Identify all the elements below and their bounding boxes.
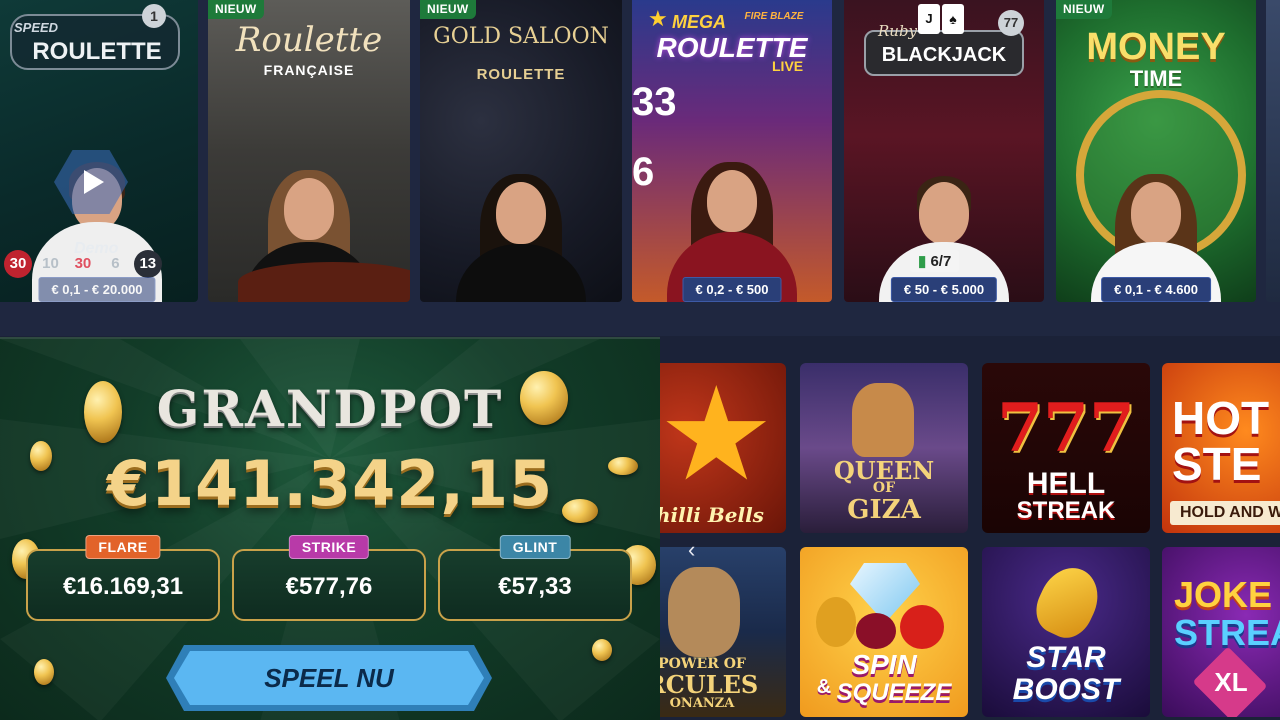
card-icon: ♠ [942, 4, 964, 34]
jackpot-tier-label: FLARE [85, 535, 161, 559]
slot-title-3: XL [1214, 667, 1248, 697]
game-title: Roulette [235, 20, 383, 60]
slot-game-star-boost[interactable]: STAR BOOST [982, 547, 1150, 717]
game-title: BLACKJACK [881, 44, 1007, 66]
slot-title-1: JOKE [1174, 574, 1273, 615]
recent-number: 10 [42, 255, 59, 272]
star-icon: ★ [648, 6, 668, 31]
jackpot-flare: FLARE €16.169,31 [26, 535, 220, 621]
recent-number: 13 [133, 250, 162, 278]
slot-games-grid: ★ Chilli Bells QUEEN OF GIZA 777 HELL ST… [660, 337, 1280, 720]
grandpot-panel: GRANDPOT €141.342,15 FLARE €16.169,31 ST… [0, 337, 660, 720]
live-game-ruby-blackjack[interactable]: J ♠ Ruby BLACKJACK 77 ▮ 6/7 € 50 - € 5.0… [844, 0, 1044, 302]
seats-label: 6/7 [930, 253, 952, 270]
slot-title-2: STE [1172, 438, 1262, 490]
slot-game-queen-of-giza[interactable]: QUEEN OF GIZA [800, 363, 968, 533]
slot-title-2: BOOST [1012, 673, 1120, 706]
bet-range: € 50 - € 5.000 [890, 277, 998, 302]
slot-title-3: SQUEEZE [836, 679, 952, 706]
slot-title-2: STREAK [1016, 497, 1116, 524]
slot-title-2: STREA [1174, 612, 1280, 653]
player-count-badge: 1 [142, 4, 166, 28]
new-badge: NIEUW [1056, 0, 1112, 19]
live-game-money-time[interactable]: NIEUW MONEY TIME € 0,1 - € 4.600 [1056, 0, 1256, 302]
bet-range: € 0,1 - € 20.000 [38, 277, 156, 302]
recent-number: 30 [74, 255, 92, 272]
player-count-badge: 77 [998, 10, 1024, 36]
recent-number: 6 [111, 255, 120, 272]
jackpot-tier-label: STRIKE [288, 535, 370, 559]
slot-title-2: RCULES [660, 670, 759, 699]
jackpot-glint: GLINT €57,33 [438, 535, 632, 621]
game-subtitle: TIME [1129, 66, 1183, 91]
slot-title-1: POWER OF [660, 656, 746, 672]
grandpot-amount: €141.342,15 [106, 447, 554, 520]
slot-title-1: HOT [1172, 392, 1270, 444]
game-subtitle: ROULETTE [476, 66, 566, 83]
slot-game-hell-streak[interactable]: 777 HELL STREAK [982, 363, 1150, 533]
recent-number: 30 [4, 250, 32, 278]
game-title-top-2: FIRE BLAZE [744, 11, 804, 22]
carousel-prev-arrow[interactable]: ‹ [688, 537, 695, 563]
live-game-roulette-francaise[interactable]: NIEUW Roulette FRANÇAISE [208, 0, 410, 302]
live-casino-strip: SPEED ROULETTE 1 Demo 30 10 30 6 13 € 0,… [0, 0, 1280, 336]
play-icon [84, 170, 104, 194]
play-now-button[interactable]: SPEEL NU [166, 645, 492, 711]
slot-game-chilli-bells[interactable]: ★ Chilli Bells [660, 363, 786, 533]
slot-title-1: SPIN [851, 649, 917, 680]
game-title: ROULETTE [32, 38, 162, 65]
game-title-top: MEGA [672, 12, 726, 32]
slot-title-2: OF [872, 480, 896, 496]
live-game-mega-fire-blaze-roulette[interactable]: 33 6 ★ MEGA FIRE BLAZE ROULETTE LIVE € 0… [632, 0, 832, 302]
jackpot-tier-value: €577,76 [285, 573, 373, 600]
bet-range: € 0,1 - € 4.600 [1101, 277, 1211, 302]
star-icon: ★ [660, 363, 775, 507]
side-number: 6 [632, 150, 655, 194]
coin-decoration [34, 659, 54, 685]
slot-game-joker-stream-xl[interactable]: JOKE STREA XL [1162, 547, 1280, 717]
jackpot-tier-label: GLINT [499, 535, 571, 559]
play-now-label: SPEEL NU [264, 662, 394, 693]
game-title-top: Ruby [878, 22, 918, 40]
slot-title-3: GIZA [847, 495, 921, 525]
game-title: MONEY [1086, 26, 1226, 68]
game-subtitle: LIVE [772, 58, 804, 74]
coin-decoration [592, 639, 612, 661]
new-badge: NIEUW [208, 0, 264, 19]
seat-icon: ▮ [918, 253, 927, 270]
jackpot-tier-value: €57,33 [498, 573, 572, 600]
slot-title-3: HOLD AND W [1180, 504, 1280, 521]
grandpot-logo: GRANDPOT [156, 379, 504, 438]
game-title: GOLD SALOON [433, 24, 609, 49]
game-subtitle: FRANÇAISE [263, 62, 355, 78]
slot-game-spin-and-squeeze[interactable]: SPIN & SQUEEZE [800, 547, 968, 717]
recent-numbers: 30 10 30 6 13 [4, 250, 162, 278]
slot-title-3: ONANZA [669, 696, 735, 711]
slot-title-1: STAR [1026, 641, 1106, 674]
live-game-speed-roulette[interactable]: SPEED ROULETTE 1 Demo 30 10 30 6 13 € 0,… [0, 0, 198, 302]
live-game-partial[interactable] [1266, 0, 1280, 302]
slot-game-power-of-hercules[interactable]: POWER OF RCULES ONANZA [660, 547, 786, 717]
bet-range: € 0,2 - € 500 [682, 277, 782, 302]
live-game-gold-saloon-roulette[interactable]: NIEUW GOLD SALOON ROULETTE [420, 0, 622, 302]
game-title-top: SPEED [14, 20, 59, 35]
card-icon: J [918, 4, 940, 34]
jackpot-tier-value: €16.169,31 [62, 573, 184, 600]
slot-game-hot-steam[interactable]: HOT STE HOLD AND W [1162, 363, 1280, 533]
seats-indicator: ▮ 6/7 [910, 250, 960, 272]
hold-and-win-bar: HOLD AND W [1170, 501, 1280, 525]
jackpot-strike: STRIKE €577,76 [232, 535, 426, 621]
new-badge: NIEUW [420, 0, 476, 19]
slot-title: Chilli Bells [660, 503, 764, 527]
slot-title-1: HELL [1026, 467, 1106, 500]
